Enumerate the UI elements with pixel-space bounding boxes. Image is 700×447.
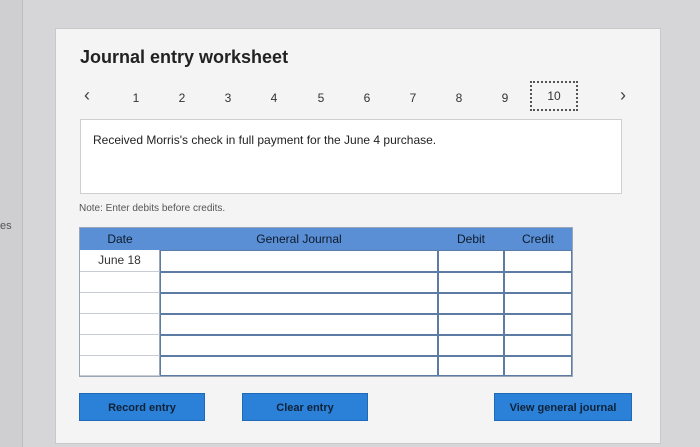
credit-input[interactable] bbox=[504, 272, 572, 293]
page-3[interactable]: 3 bbox=[218, 91, 238, 105]
account-input[interactable] bbox=[160, 356, 438, 376]
account-input[interactable] bbox=[160, 314, 438, 335]
page-title: Journal entry worksheet bbox=[80, 47, 289, 67]
credit-input[interactable] bbox=[504, 335, 572, 356]
debit-input[interactable] bbox=[438, 335, 504, 356]
next-page-icon[interactable]: › bbox=[620, 85, 626, 106]
credit-input[interactable] bbox=[504, 356, 572, 376]
header-date: Date bbox=[107, 232, 133, 246]
account-input[interactable] bbox=[160, 335, 438, 356]
page-6[interactable]: 6 bbox=[357, 91, 377, 105]
clear-entry-button[interactable]: Clear entry bbox=[242, 393, 368, 421]
journal-header: Date General Journal Debit Credit bbox=[80, 228, 572, 250]
date-cell bbox=[80, 314, 160, 335]
entry-note: Note: Enter debits before credits. bbox=[79, 203, 226, 214]
account-input[interactable] bbox=[160, 250, 438, 272]
debit-input[interactable] bbox=[438, 250, 504, 272]
date-cell bbox=[80, 293, 160, 314]
side-label: es bbox=[0, 220, 12, 232]
transaction-description: Received Morris's check in full payment … bbox=[93, 133, 437, 147]
credit-input[interactable] bbox=[504, 314, 572, 335]
date-cell: June 18 bbox=[80, 250, 160, 272]
credit-input[interactable] bbox=[504, 293, 572, 314]
page-5[interactable]: 5 bbox=[311, 91, 331, 105]
page-2[interactable]: 2 bbox=[172, 91, 192, 105]
debit-input[interactable] bbox=[438, 314, 504, 335]
page-1[interactable]: 1 bbox=[126, 91, 146, 105]
date-cell bbox=[80, 335, 160, 356]
record-entry-button[interactable]: Record entry bbox=[79, 393, 205, 421]
date-cell bbox=[80, 356, 160, 376]
debit-input[interactable] bbox=[438, 272, 504, 293]
account-input[interactable] bbox=[160, 272, 438, 293]
debit-input[interactable] bbox=[438, 293, 504, 314]
header-general-journal: General Journal bbox=[256, 232, 342, 246]
page-4[interactable]: 4 bbox=[264, 91, 284, 105]
view-general-journal-button[interactable]: View general journal bbox=[494, 393, 632, 421]
page-7[interactable]: 7 bbox=[403, 91, 423, 105]
page-9[interactable]: 9 bbox=[495, 91, 515, 105]
transaction-description-box: Received Morris's check in full payment … bbox=[80, 119, 622, 194]
header-credit: Credit bbox=[521, 232, 554, 246]
credit-input[interactable] bbox=[504, 250, 572, 272]
journal-table: Date General Journal Debit Credit June 1… bbox=[79, 227, 573, 377]
prev-page-icon[interactable]: ‹ bbox=[84, 85, 90, 106]
account-input[interactable] bbox=[160, 293, 438, 314]
page-8[interactable]: 8 bbox=[449, 91, 469, 105]
date-cell bbox=[80, 272, 160, 293]
page-10-active[interactable]: 10 bbox=[530, 81, 578, 111]
header-debit: Debit bbox=[456, 232, 485, 246]
debit-input[interactable] bbox=[438, 356, 504, 376]
